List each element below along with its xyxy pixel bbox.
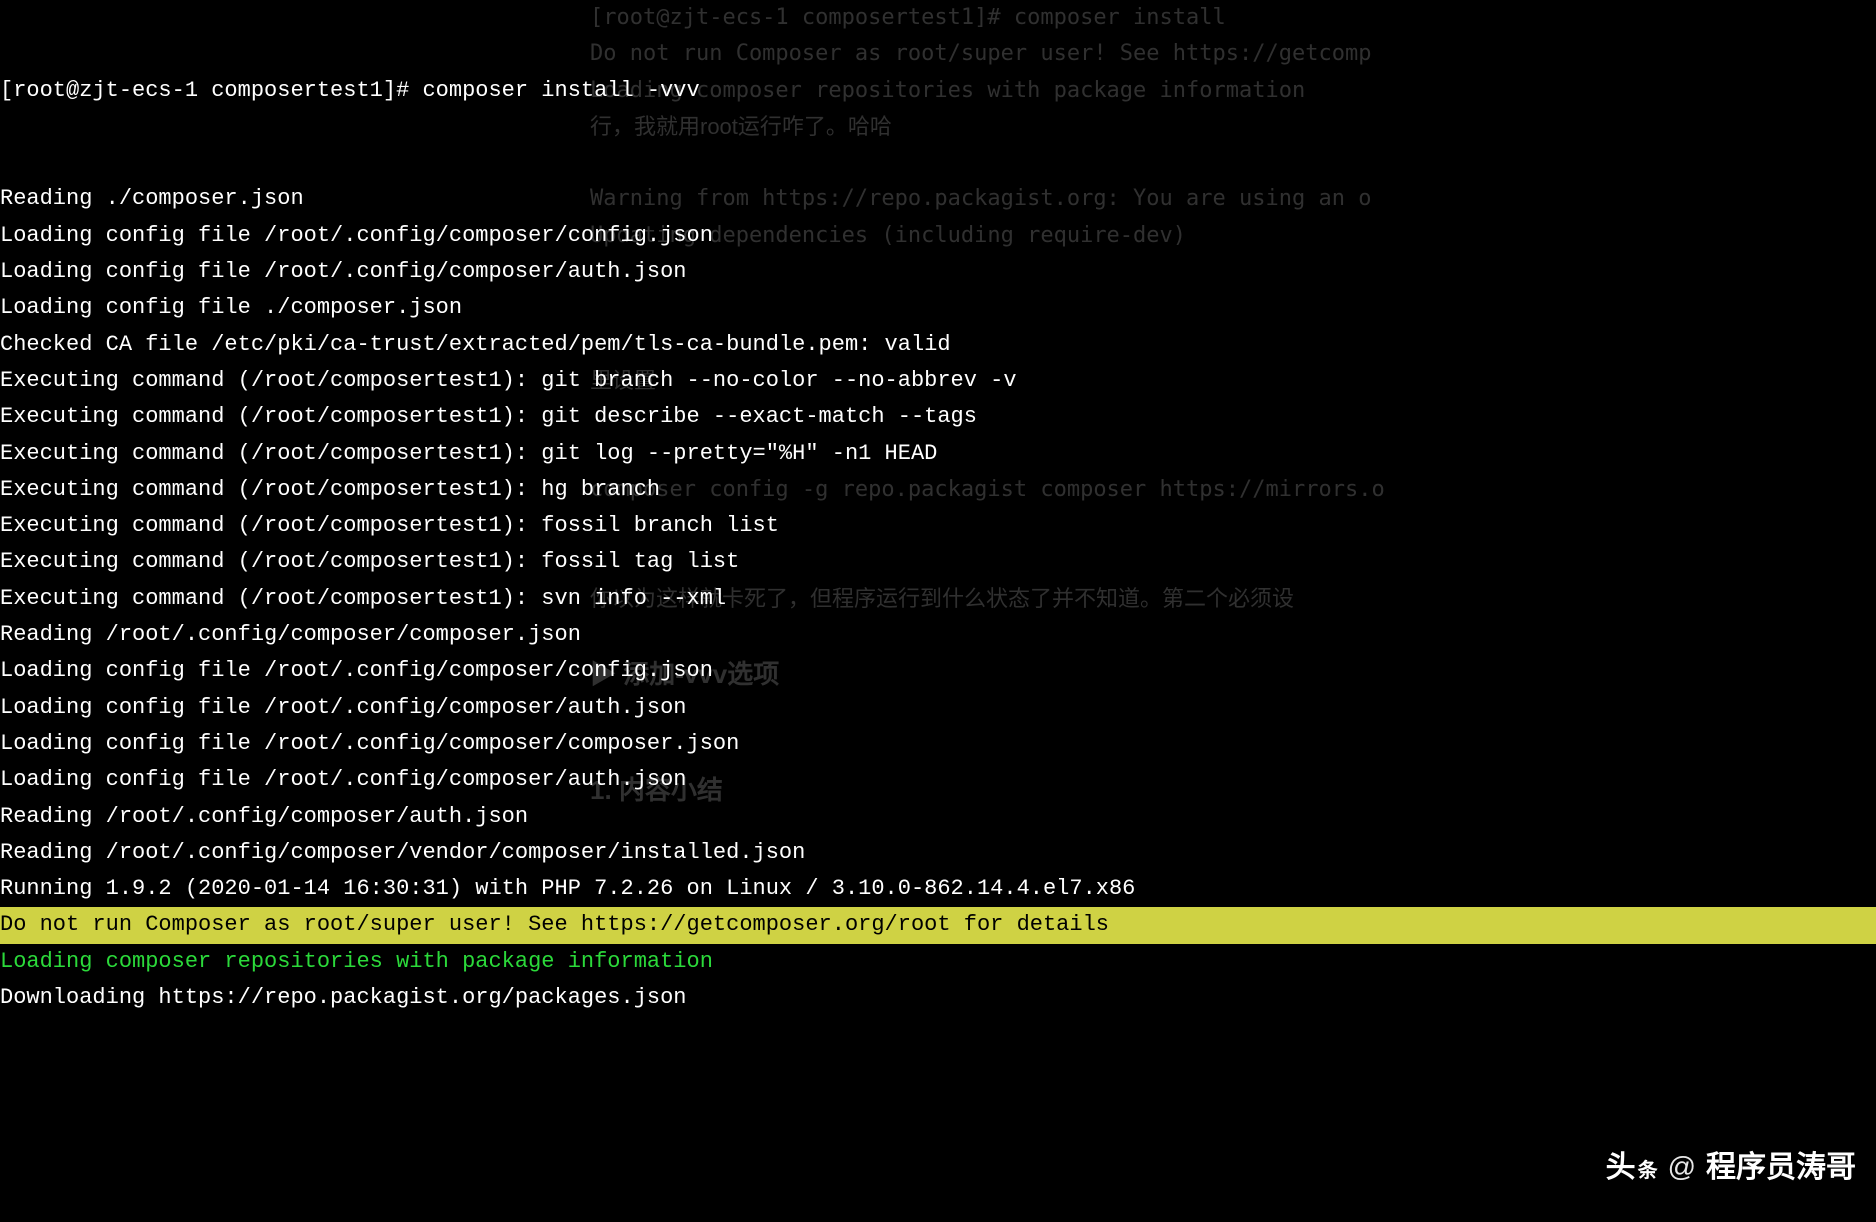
watermark-brand-small: 条 (1638, 1155, 1658, 1188)
watermark: 头 条 @ 程序员涛哥 (1606, 1143, 1856, 1193)
terminal-output: [root@zjt-ecs-1 composertest1]# composer… (0, 0, 1876, 1053)
terminal-line: Do not run Composer as root/super user! … (0, 907, 1876, 943)
terminal-line: Executing command (/root/composertest1):… (0, 544, 1876, 580)
terminal-line: Reading /root/.config/composer/vendor/co… (0, 835, 1876, 871)
terminal-line: Loading config file /root/.config/compos… (0, 726, 1876, 762)
terminal-line: Downloading https://repo.packagist.org/p… (0, 980, 1876, 1016)
terminal-line: Executing command (/root/composertest1):… (0, 472, 1876, 508)
watermark-at: @ (1668, 1144, 1696, 1190)
terminal-line: Loading config file /root/.config/compos… (0, 690, 1876, 726)
terminal-line: Loading config file /root/.config/compos… (0, 762, 1876, 798)
terminal-line: Loading composer repositories with packa… (0, 944, 1876, 980)
terminal-line: Loading config file ./composer.json (0, 290, 1876, 326)
shell-prompt: [root@zjt-ecs-1 composertest1]# (0, 78, 422, 103)
watermark-author: 程序员涛哥 (1706, 1143, 1856, 1193)
terminal-line: Checked CA file /etc/pki/ca-trust/extrac… (0, 327, 1876, 363)
terminal-line: Loading config file /root/.config/compos… (0, 254, 1876, 290)
terminal-line: Reading ./composer.json (0, 181, 1876, 217)
terminal-line: Loading config file /root/.config/compos… (0, 653, 1876, 689)
terminal-line: Executing command (/root/composertest1):… (0, 399, 1876, 435)
terminal-line: Executing command (/root/composertest1):… (0, 436, 1876, 472)
terminal-line: Loading config file /root/.config/compos… (0, 218, 1876, 254)
watermark-brand-big: 头 (1606, 1143, 1636, 1193)
shell-command: composer install -vvv (422, 78, 699, 103)
terminal-line: Executing command (/root/composertest1):… (0, 581, 1876, 617)
terminal-line: Reading /root/.config/composer/composer.… (0, 617, 1876, 653)
terminal-line: Executing command (/root/composertest1):… (0, 508, 1876, 544)
terminal-line: Executing command (/root/composertest1):… (0, 363, 1876, 399)
shell-prompt-line[interactable]: [root@zjt-ecs-1 composertest1]# composer… (0, 73, 1876, 109)
watermark-brand: 头 条 (1606, 1143, 1658, 1193)
terminal-line: Running 1.9.2 (2020-01-14 16:30:31) with… (0, 871, 1876, 907)
terminal-line: Reading /root/.config/composer/auth.json (0, 799, 1876, 835)
